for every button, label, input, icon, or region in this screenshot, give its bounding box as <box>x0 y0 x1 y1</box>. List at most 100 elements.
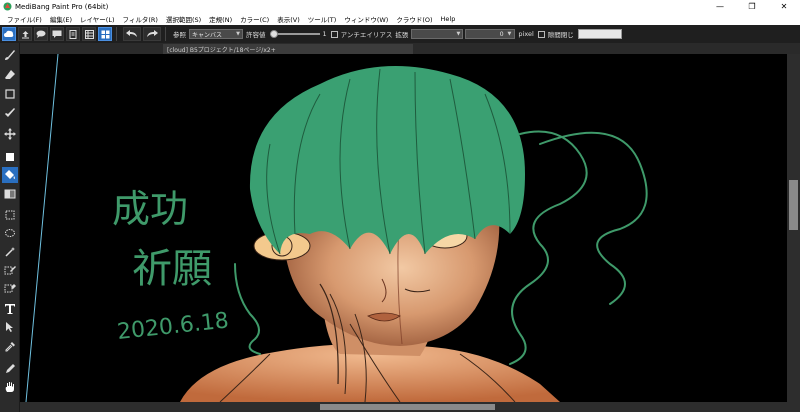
menu-select[interactable]: 選択範囲(S) <box>162 14 205 24</box>
operation-tool[interactable] <box>2 319 18 335</box>
dot-icon <box>5 89 15 99</box>
close-gap-label: 隙間閉じ <box>547 31 574 39</box>
close-button[interactable]: ✕ <box>768 0 800 13</box>
tolerance-slider[interactable] <box>269 29 320 39</box>
document-tab-strip: [cloud] B5プロジェクト/18ページ/x2+ <box>20 43 800 54</box>
handwriting-line1: 成功 <box>112 187 188 231</box>
reference-select[interactable]: キャンバス ▼ <box>189 29 243 39</box>
toolbar-divider <box>165 27 166 41</box>
close-gap-input[interactable] <box>577 29 622 39</box>
window-title: MediBang Paint Pro (64bit) <box>15 2 109 11</box>
app-logo-icon <box>3 2 12 11</box>
gradient-icon <box>4 189 16 199</box>
menu-help[interactable]: Help <box>437 15 460 23</box>
dropper-icon <box>6 364 15 373</box>
expand-label: 拡張 <box>395 31 409 39</box>
text-tool[interactable] <box>2 301 18 317</box>
tolerance-label: 許容値 <box>246 31 266 39</box>
handwriting-line3: 2020.6.18 <box>116 308 230 345</box>
tolerance-value: 1 <box>322 30 327 38</box>
pen-tool[interactable] <box>2 105 18 121</box>
dot-tool[interactable] <box>2 86 18 102</box>
menu-file[interactable]: ファイル(F) <box>3 14 46 24</box>
menu-window[interactable]: ウィンドウ(W) <box>340 14 392 24</box>
hand-icon <box>5 382 15 392</box>
grid-icon[interactable] <box>82 27 96 41</box>
select-eraser-icon <box>4 284 16 293</box>
menu-filter[interactable]: フィルタ(R) <box>119 14 162 24</box>
scroll-corner <box>787 402 800 412</box>
operation-icon <box>6 322 13 332</box>
menu-color[interactable]: カラー(C) <box>236 14 273 24</box>
chevron-down-icon: ▼ <box>236 31 240 37</box>
expand-unit-label: pixel <box>518 30 534 38</box>
title-bar: MediBang Paint Pro (64bit) — ❐ ✕ <box>0 0 800 13</box>
select-pen-tool[interactable] <box>2 262 18 278</box>
expand-amount-input[interactable]: 0 ▼ <box>465 29 516 39</box>
gradient-tool[interactable] <box>2 186 18 202</box>
text-icon <box>5 304 15 314</box>
speech-bubble-icon[interactable] <box>34 27 48 41</box>
reference-label: 参照 <box>173 31 186 39</box>
select-rect-icon <box>5 210 15 220</box>
menu-cloud[interactable]: クラウド(O) <box>392 14 436 24</box>
reference-value: キャンバス <box>192 31 223 39</box>
eyedropper-icon <box>5 342 15 352</box>
page-icon[interactable] <box>66 27 80 41</box>
comment-icon[interactable] <box>50 27 64 41</box>
eraser-icon <box>5 70 15 79</box>
menu-layer[interactable]: レイヤー(L) <box>76 14 119 24</box>
menu-ruler[interactable]: 定規(N) <box>205 14 236 24</box>
vertical-scrollbar[interactable] <box>787 54 800 402</box>
tool-panel <box>0 43 20 412</box>
antialias-checkbox[interactable] <box>330 30 338 38</box>
artwork: 成功 祈願 2020.6.18 <box>25 54 648 402</box>
dropper-tool[interactable] <box>2 361 18 377</box>
menu-bar: ファイル(F) 編集(E) レイヤー(L) フィルタ(R) 選択範囲(S) 定規… <box>0 13 800 25</box>
move-tool[interactable] <box>2 126 18 142</box>
select-rect-tool[interactable] <box>2 207 18 223</box>
document-tab-title: [cloud] B5プロジェクト/18ページ/x2+ <box>167 46 276 54</box>
vertical-scroll-thumb[interactable] <box>789 180 798 230</box>
fill-shape-icon <box>6 153 14 161</box>
menu-tool[interactable]: ツール(T) <box>304 14 341 24</box>
menu-view[interactable]: 表示(V) <box>273 14 304 24</box>
bucket-tool[interactable] <box>2 167 18 183</box>
handwriting-line2: 祈願 <box>132 246 212 292</box>
pen-icon <box>5 108 15 117</box>
expand-mode-select[interactable]: ▼ <box>411 29 464 39</box>
select-eraser-tool[interactable] <box>2 280 18 296</box>
move-icon <box>4 128 16 140</box>
canvas-area[interactable]: 成功 祈願 2020.6.18 <box>20 54 787 402</box>
maximize-button[interactable]: ❐ <box>736 0 768 13</box>
minimize-button[interactable]: — <box>704 0 736 13</box>
horizontal-scrollbar[interactable] <box>20 402 787 412</box>
toolbar-divider <box>116 27 117 41</box>
undo-icon[interactable] <box>123 27 141 41</box>
chevron-down-icon: ▼ <box>507 31 512 37</box>
eraser-tool[interactable] <box>2 67 18 83</box>
magic-wand-icon <box>5 247 15 257</box>
hand-tool[interactable] <box>2 379 18 395</box>
snap-grid-icon[interactable] <box>98 27 112 41</box>
select-pen-icon <box>4 266 16 275</box>
lasso-tool[interactable] <box>2 226 18 242</box>
upload-icon[interactable] <box>18 27 32 41</box>
menu-edit[interactable]: 編集(E) <box>46 14 76 24</box>
lasso-icon <box>5 229 15 237</box>
document-tab[interactable]: [cloud] B5プロジェクト/18ページ/x2+ <box>163 44 413 54</box>
tool-options-bar: 参照 キャンバス ▼ 許容値 1 アンチエイリアス 拡張 ▼ 0 ▼ pixel… <box>0 25 800 43</box>
redo-icon[interactable] <box>143 27 161 41</box>
eyedropper-tool[interactable] <box>2 339 18 355</box>
horizontal-scroll-thumb[interactable] <box>320 404 495 410</box>
brush-tool[interactable] <box>2 47 18 63</box>
antialias-label: アンチエイリアス <box>340 31 393 39</box>
hair-shape <box>249 66 525 254</box>
magic-wand-tool[interactable] <box>2 244 18 260</box>
chevron-down-icon: ▼ <box>456 31 461 37</box>
fill-shape-tool[interactable] <box>2 149 18 165</box>
cloud-icon[interactable] <box>2 27 16 41</box>
expand-amount-value: 0 <box>499 30 504 38</box>
close-gap-checkbox[interactable] <box>537 30 545 38</box>
slider-knob[interactable] <box>269 30 278 38</box>
